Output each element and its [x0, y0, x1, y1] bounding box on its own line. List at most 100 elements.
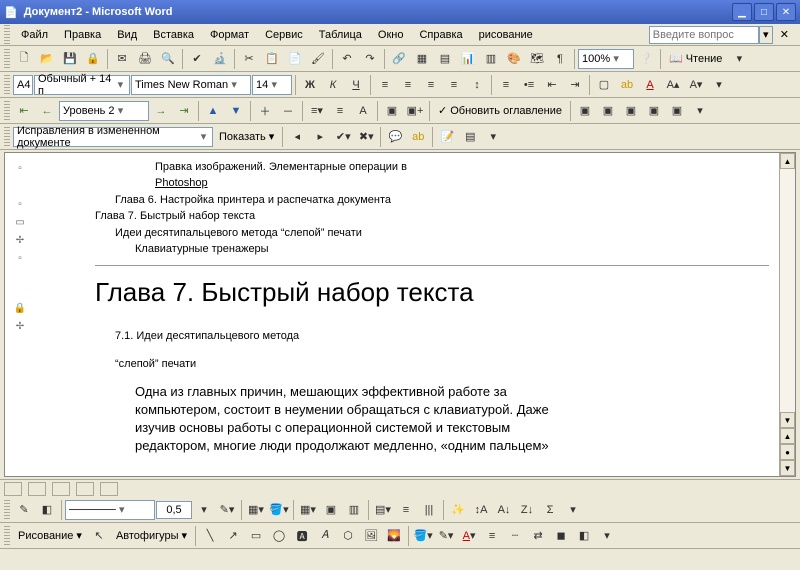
- save-button[interactable]: 💾: [59, 48, 81, 70]
- split-cells-button[interactable]: ▥: [343, 499, 365, 521]
- drawing-menu-button[interactable]: Рисование ▾: [13, 525, 87, 547]
- scroll-up-button[interactable]: ▲: [780, 153, 795, 169]
- copy-button[interactable]: 📋: [261, 48, 283, 70]
- shading-color-button[interactable]: 🪣▾: [268, 499, 290, 521]
- menu-window[interactable]: Окно: [371, 27, 411, 43]
- grow-font-button[interactable]: A▴: [662, 74, 684, 96]
- grip-icon[interactable]: [4, 101, 10, 121]
- subdoc2-button[interactable]: ▣: [597, 100, 619, 122]
- select-objects-button[interactable]: ↖: [88, 525, 110, 547]
- ask-dropdown[interactable]: ▾: [759, 26, 773, 44]
- window-close-doc[interactable]: ✕: [773, 26, 796, 43]
- new-comment-button[interactable]: 💬: [384, 126, 406, 148]
- subdoc3-button[interactable]: ▣: [620, 100, 642, 122]
- mail-button[interactable]: ✉: [111, 48, 133, 70]
- document-area[interactable]: ▫ ▫ ▭ ✢ ▫ 🔒 ✢ Правка изображений. Элемен…: [4, 152, 796, 477]
- next-change-button[interactable]: ▸: [309, 126, 331, 148]
- bold-button[interactable]: Ж: [299, 74, 321, 96]
- permission-button[interactable]: 🔒: [82, 48, 104, 70]
- styles-pane-button[interactable]: A4: [13, 75, 33, 95]
- move-down-button[interactable]: ▼: [225, 100, 247, 122]
- drawing-toggle-button[interactable]: 🎨: [503, 48, 525, 70]
- scroll-track[interactable]: [780, 169, 795, 412]
- cut-button[interactable]: ✂: [238, 48, 260, 70]
- subdoc4-button[interactable]: ▣: [643, 100, 665, 122]
- format-painter-button[interactable]: 🖌: [307, 48, 329, 70]
- expand-button[interactable]: ＋: [254, 100, 276, 122]
- close-button[interactable]: ✕: [776, 3, 796, 21]
- italic-button[interactable]: К: [322, 74, 344, 96]
- grip-icon[interactable]: [4, 526, 10, 546]
- line-color-button[interactable]: ✎▾: [435, 525, 457, 547]
- prev-page-button[interactable]: ▲: [780, 428, 795, 444]
- menu-format[interactable]: Формат: [203, 27, 256, 43]
- accept-change-button[interactable]: ✔▾: [332, 126, 354, 148]
- reading-view-button[interactable]: [100, 482, 118, 496]
- line-weight-input[interactable]: [156, 501, 192, 519]
- draw-table-button[interactable]: ✎: [13, 499, 35, 521]
- distribute-rows-button[interactable]: ≡: [395, 499, 417, 521]
- highlight-button[interactable]: ab: [407, 126, 429, 148]
- show-marks-button[interactable]: ¶: [549, 48, 571, 70]
- insert-table-button[interactable]: ▤: [434, 48, 456, 70]
- font-color-button[interactable]: A▾: [458, 525, 480, 547]
- show-level-button[interactable]: ≡▾: [306, 100, 328, 122]
- scroll-down-button[interactable]: ▼: [780, 412, 795, 428]
- grip-icon[interactable]: [4, 500, 10, 520]
- insert-table-button[interactable]: ▦▾: [297, 499, 319, 521]
- print-button[interactable]: 🖨: [134, 48, 156, 70]
- show-reviewers-button[interactable]: Показать ▾: [214, 126, 279, 148]
- research-button[interactable]: 🔬: [209, 48, 231, 70]
- menu-table[interactable]: Таблица: [312, 27, 369, 43]
- promote-button[interactable]: ←: [36, 100, 58, 122]
- overflow-button[interactable]: ▾: [708, 74, 730, 96]
- arrow-style-button[interactable]: ⇄: [527, 525, 549, 547]
- update-toc-button[interactable]: ✓ Обновить оглавление: [433, 100, 567, 122]
- font-combo[interactable]: Times New Roman▾: [131, 75, 251, 95]
- align-cells-button[interactable]: ▤▾: [372, 499, 394, 521]
- weight-dropdown[interactable]: ▾: [193, 499, 215, 521]
- zoom-combo[interactable]: 100%▾: [578, 49, 634, 69]
- columns-button[interactable]: ▥: [480, 48, 502, 70]
- collapse-button[interactable]: －: [277, 100, 299, 122]
- rectangle-tool-button[interactable]: ▭: [245, 525, 267, 547]
- overflow-button[interactable]: ▾: [482, 126, 504, 148]
- spelling-button[interactable]: ✔: [186, 48, 208, 70]
- excel-button[interactable]: 📊: [457, 48, 479, 70]
- review-mode-combo[interactable]: Исправления в измененном документе▾: [13, 127, 213, 147]
- web-view-button[interactable]: [28, 482, 46, 496]
- align-center-button[interactable]: ≡: [397, 74, 419, 96]
- font-size-combo[interactable]: 14▾: [252, 75, 292, 95]
- show-first-line-button[interactable]: ≡: [329, 100, 351, 122]
- sort-asc-button[interactable]: A↓: [493, 499, 515, 521]
- picture-button[interactable]: 🌄: [383, 525, 405, 547]
- arrow-tool-button[interactable]: ↗: [222, 525, 244, 547]
- document-page[interactable]: Правка изображений. Элементарные операци…: [35, 153, 779, 476]
- increase-indent-button[interactable]: ⇥: [564, 74, 586, 96]
- menu-drawing[interactable]: рисование: [472, 27, 540, 43]
- borders-grid-button[interactable]: ▦▾: [245, 499, 267, 521]
- borders-button[interactable]: ▢: [593, 74, 615, 96]
- autosum-button[interactable]: Σ: [539, 499, 561, 521]
- text-direction-button[interactable]: ↕A: [470, 499, 492, 521]
- print-view-button[interactable]: [52, 482, 70, 496]
- menu-help[interactable]: Справка: [412, 27, 469, 43]
- outline-view-button[interactable]: [76, 482, 94, 496]
- doc-map-button[interactable]: 🗺: [526, 48, 548, 70]
- reading-mode-button[interactable]: 📖 Чтение: [664, 48, 727, 70]
- line-style-combo[interactable]: ──────▾: [65, 500, 155, 520]
- demote-body-button[interactable]: ⇥: [173, 100, 195, 122]
- fill-color-button[interactable]: 🪣▾: [412, 525, 434, 547]
- distribute-cols-button[interactable]: |||: [418, 499, 440, 521]
- shrink-font-button[interactable]: A▾: [685, 74, 707, 96]
- ask-question-input[interactable]: [649, 26, 759, 44]
- subdoc1-button[interactable]: ▣: [574, 100, 596, 122]
- track-changes-button[interactable]: 📝: [436, 126, 458, 148]
- minimize-button[interactable]: ▁: [732, 3, 752, 21]
- demote-button[interactable]: →: [150, 100, 172, 122]
- move-up-button[interactable]: ▲: [202, 100, 224, 122]
- overflow-button[interactable]: ▾: [728, 48, 750, 70]
- shadow-button[interactable]: ◼: [550, 525, 572, 547]
- reviewing-pane-button[interactable]: ▤: [459, 126, 481, 148]
- line-tool-button[interactable]: ╲: [199, 525, 221, 547]
